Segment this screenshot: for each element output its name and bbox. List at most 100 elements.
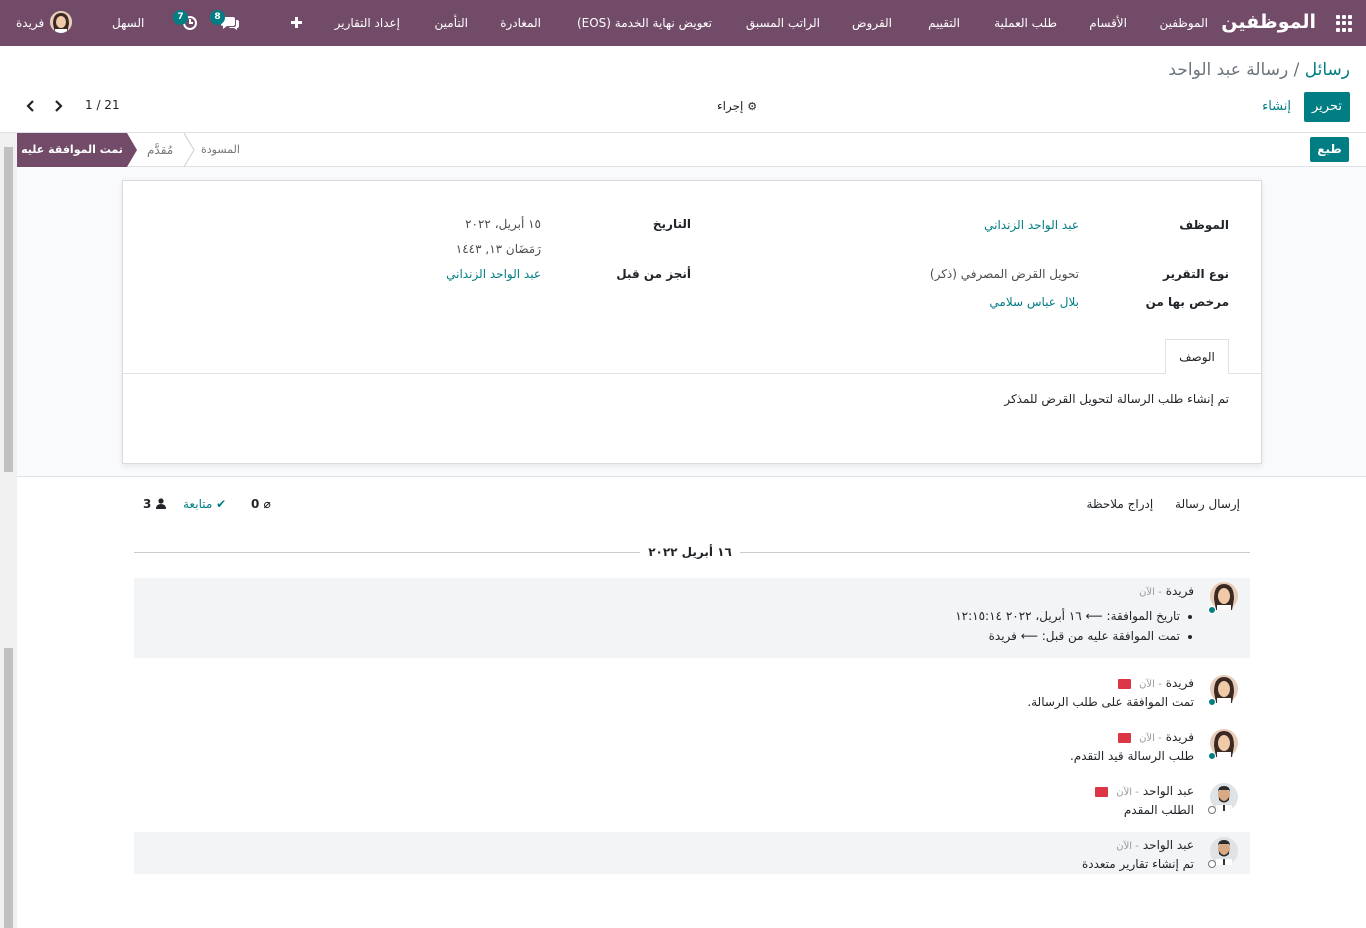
description-text[interactable]: تم إنشاء طلب الرسالة لتحويل القرض للمذكر <box>1004 392 1229 406</box>
approved-by-field[interactable]: بلال عباس سلامي <box>989 295 1079 309</box>
hijri-date: رَمَضَان ١٣, ١٤٤٣ <box>455 242 541 256</box>
user-avatar[interactable] <box>50 11 72 33</box>
envelope-icon <box>1118 732 1132 743</box>
date-label: التاريخ <box>652 217 691 231</box>
menu-employees[interactable]: الموظفين <box>1159 0 1208 46</box>
gear-icon: ⚙ <box>747 100 758 113</box>
chevron-left-icon[interactable] <box>25 99 37 113</box>
follow-button[interactable]: متابعة ✔ <box>183 497 226 511</box>
status-online-icon <box>1208 698 1216 706</box>
menu-insurance[interactable]: التأمين <box>435 0 468 46</box>
status-online-icon <box>1208 606 1216 614</box>
print-button[interactable]: طبع <box>1310 137 1349 162</box>
employee-field[interactable]: عبد الواحد الزنداني <box>984 218 1079 232</box>
tracking-line: تاريخ الموافقة: ⟵ ١٦ أبريل، ٢٠٢٢ ١٢:١٥:١… <box>955 609 1180 623</box>
paperclip-icon: ⌀ <box>263 497 271 511</box>
attachments-count: 0 <box>251 497 260 511</box>
message-author[interactable]: عبد الواحد- الآن <box>1116 838 1194 852</box>
scrollbar-thumb[interactable] <box>4 648 13 928</box>
date-field[interactable]: ١٥ أبريل، ٢٠٢٢ <box>465 217 541 231</box>
menu-process-request[interactable]: طلب العملية <box>994 0 1057 46</box>
user-icon <box>155 497 166 511</box>
chevron-right-icon[interactable] <box>52 99 64 113</box>
tab-divider <box>123 373 1261 374</box>
scrollbar-thumb[interactable] <box>4 147 13 472</box>
status-offline-icon <box>1208 860 1216 868</box>
edit-button[interactable]: تحرير <box>1304 92 1350 122</box>
breadcrumb-separator: / <box>1288 60 1305 80</box>
message-body: تم إنشاء تقارير متعددة <box>1081 857 1194 871</box>
message-time: - الآن <box>1139 679 1162 690</box>
status-online-icon <box>1208 752 1216 760</box>
menu-reporting[interactable]: إعداد التقارير <box>335 0 400 46</box>
control-panel: رسائل / رسالة عبد الواحد تحرير إنشاء ⚙ إ… <box>0 46 1366 133</box>
attachments-button[interactable]: 0 ⌀ <box>251 497 271 511</box>
bullet-icon <box>1188 635 1192 639</box>
message-time: - الآن <box>1116 841 1139 852</box>
messages-count-badge: 8 <box>210 10 225 25</box>
chatter-message: فريدة- الآن تاريخ الموافقة: ⟵ ١٦ أبريل، … <box>134 578 1250 658</box>
menu-salary-advance[interactable]: الراتب المسبق <box>746 0 820 46</box>
form-sheet: الموظف عبد الواحد الزنداني نوع التقرير ت… <box>122 180 1262 464</box>
message-time: - الآن <box>1139 733 1162 744</box>
message-time: - الآن <box>1139 587 1162 598</box>
breadcrumb: رسائل / رسالة عبد الواحد <box>1168 60 1350 80</box>
message-author[interactable]: فريدة- الآن <box>1118 730 1194 744</box>
menu-eos[interactable]: تعويض نهاية الخدمة (EOS) <box>577 0 712 46</box>
done-by-label: أنجز من قبل <box>616 267 691 281</box>
top-navbar: الموظفين الموظفين الأقسام طلب العملية ال… <box>0 0 1366 46</box>
employee-label: الموظف <box>1179 218 1229 232</box>
breadcrumb-current: رسالة عبد الواحد <box>1168 60 1289 80</box>
envelope-icon <box>1118 678 1132 689</box>
apps-menu-icon[interactable] <box>1335 15 1352 32</box>
scrollbar[interactable] <box>0 133 17 928</box>
status-bar: طبع المسودة مُقدَّم تمت الموافقة عليه <box>17 132 1366 168</box>
status-offline-icon <box>1208 806 1216 814</box>
chatter-message: فريدة- الآن طلب الرسالة قيد التقدم. <box>134 724 1250 768</box>
action-dropdown[interactable]: ⚙ إجراء <box>717 99 757 113</box>
menu-leave[interactable]: المغادرة <box>500 0 541 46</box>
log-note-button[interactable]: إدراج ملاحظة <box>1087 497 1154 511</box>
stage-submitted[interactable]: مُقدَّم <box>147 133 173 167</box>
chatter-message: عبد الواحد- الآن الطلب المقدم <box>134 778 1250 822</box>
followers-count: 3 <box>143 497 152 511</box>
menu-appraisal[interactable]: التقييم <box>928 0 960 46</box>
send-message-button[interactable]: إرسال رسالة <box>1175 497 1240 511</box>
user-menu-name[interactable]: فريدة <box>16 0 44 46</box>
envelope-icon <box>1095 786 1109 797</box>
plus-icon[interactable] <box>290 14 304 32</box>
report-type-field[interactable]: تحويل القرض المصرفي (ذكر) <box>930 267 1079 281</box>
follow-label: متابعة <box>183 497 213 511</box>
date-separator: ١٦ أبريل ٢٠٢٢ <box>640 545 740 559</box>
chatter-message: عبد الواحد- الآن تم إنشاء تقارير متعددة <box>134 832 1250 874</box>
done-by-field[interactable]: عبد الواحد الزنداني <box>446 267 541 281</box>
menu-loans[interactable]: القروض <box>852 0 892 46</box>
message-body: طلب الرسالة قيد التقدم. <box>1069 749 1194 763</box>
app-brand[interactable]: الموظفين <box>1221 11 1316 33</box>
message-author[interactable]: فريدة- الآن <box>1118 676 1194 690</box>
stage-approved[interactable]: تمت الموافقة عليه <box>17 133 137 167</box>
bullet-icon <box>1188 615 1192 619</box>
chatter-message: فريدة- الآن تمت الموافقة على طلب الرسالة… <box>134 670 1250 714</box>
create-button[interactable]: إنشاء <box>1262 99 1291 114</box>
activities-count-badge: 7 <box>173 10 188 25</box>
report-type-label: نوع التقرير <box>1163 267 1229 281</box>
tracking-line: تمت الموافقة عليه من قبل: ⟵ فريدة <box>988 629 1180 643</box>
chatter-topbar: إرسال رسالة إدراج ملاحظة <box>1069 497 1240 511</box>
menu-departments[interactable]: الأقسام <box>1089 0 1127 46</box>
message-body: الطلب المقدم <box>1123 803 1194 817</box>
stage-draft[interactable]: المسودة <box>201 133 240 167</box>
company-switcher[interactable]: السهل <box>112 0 144 46</box>
breadcrumb-parent[interactable]: رسائل <box>1305 60 1350 80</box>
message-body: تمت الموافقة على طلب الرسالة. <box>1027 695 1194 709</box>
message-author[interactable]: فريدة- الآن <box>1139 584 1194 598</box>
tab-description[interactable]: الوصف <box>1165 339 1229 374</box>
approved-by-label: مرخص بها من <box>1145 295 1229 309</box>
message-time: - الآن <box>1116 787 1139 798</box>
action-label: إجراء <box>717 99 744 113</box>
pager-value[interactable]: 1 / 21 <box>85 98 120 112</box>
message-author[interactable]: عبد الواحد- الآن <box>1095 784 1194 798</box>
stage-separator-icon <box>183 132 195 168</box>
followers-button[interactable]: 3 <box>143 497 166 511</box>
check-icon: ✔ <box>216 497 227 511</box>
